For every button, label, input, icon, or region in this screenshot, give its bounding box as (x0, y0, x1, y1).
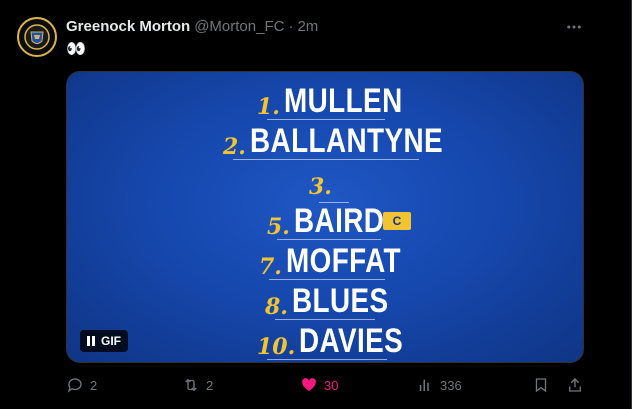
pause-icon (87, 336, 95, 346)
views-button[interactable]: 336 (416, 374, 462, 396)
underline (267, 119, 385, 120)
underline (275, 319, 375, 320)
gif-pause-button[interactable]: GIF (80, 330, 128, 352)
underline (269, 279, 385, 280)
repost-button[interactable]: 2 (182, 374, 213, 396)
player-name: MULLEN (283, 82, 403, 120)
repost-count: 2 (206, 377, 214, 393)
tweet-card[interactable]: Greenock Morton @Morton_FC · 2m 👀 1. MUL… (0, 0, 632, 409)
player-name: MOFFAT (285, 242, 401, 280)
squad-number: 7. (259, 254, 282, 280)
tweet-text: 👀 (66, 41, 86, 58)
squad-number: 1. (257, 94, 280, 120)
lineup-row: 10. DAVIES (257, 324, 426, 358)
squad-number: 10. (257, 334, 296, 360)
lineup-row: 2. BALLANTYNE (223, 124, 485, 158)
player-name: BLUES (291, 282, 389, 320)
tweet-media-gif[interactable]: 1. MULLEN 2. BALLANTYNE 3. 5. BAIRD C 7.… (66, 71, 584, 363)
share-button[interactable] (566, 374, 584, 396)
tweet-header: Greenock Morton @Morton_FC · 2m (66, 18, 318, 35)
captain-badge: C (383, 212, 411, 230)
lineup-graphic: 1. MULLEN 2. BALLANTYNE 3. 5. BAIRD C 7.… (67, 72, 583, 362)
reply-count: 2 (90, 377, 98, 393)
avatar[interactable] (17, 17, 57, 57)
author-name[interactable]: Greenock Morton (66, 18, 190, 35)
squad-number: 8. (265, 294, 288, 320)
like-count: 30 (324, 377, 339, 393)
repost-icon (185, 378, 197, 392)
player-name: DAVIES (299, 322, 404, 360)
lineup-row: 1. MULLEN (257, 84, 429, 118)
timestamp[interactable]: 2m (297, 18, 318, 35)
squad-number: 3. (309, 174, 332, 200)
lineup-row: 7. MOFFAT (259, 244, 426, 278)
lineup-row: 3. (309, 176, 336, 198)
share-icon (569, 378, 581, 392)
player-name: BALLANTYNE (249, 122, 444, 160)
player-name: BAIRD (293, 202, 385, 240)
separator: · (288, 18, 294, 35)
club-crest-icon (24, 24, 50, 50)
views-count: 336 (440, 377, 462, 393)
underline (233, 159, 419, 160)
underline (267, 359, 387, 360)
lineup-row: 8. BLUES (265, 284, 410, 318)
reply-icon (67, 378, 82, 393)
reply-button[interactable]: 2 (66, 374, 97, 396)
bookmark-icon (535, 378, 547, 393)
action-bar: 2 2 30 336 (66, 374, 586, 396)
squad-number: 2. (223, 134, 246, 160)
author-handle[interactable]: @Morton_FC (194, 18, 284, 35)
like-icon (302, 378, 316, 391)
gif-label: GIF (101, 334, 121, 348)
more-icon[interactable] (563, 18, 585, 36)
like-button[interactable]: 30 (300, 374, 338, 396)
bookmark-button[interactable] (532, 374, 550, 396)
squad-number: 5. (267, 214, 290, 240)
underline (277, 239, 381, 240)
views-icon (419, 379, 429, 391)
